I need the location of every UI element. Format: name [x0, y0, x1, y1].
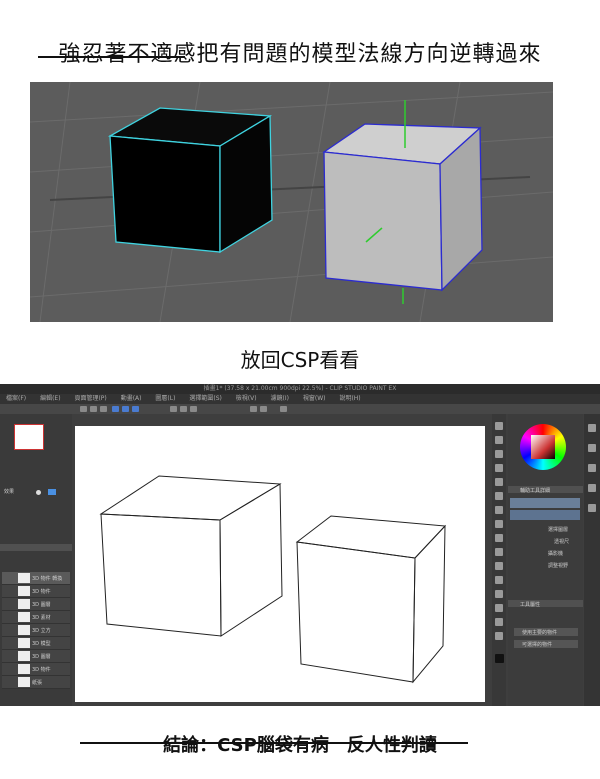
tool-icon[interactable]	[495, 618, 503, 626]
selected-sub-tool[interactable]	[510, 498, 580, 508]
tool-icon[interactable]	[495, 436, 503, 444]
tool-icon[interactable]	[495, 422, 503, 430]
color-wheel[interactable]	[520, 424, 566, 470]
menu-item[interactable]: 圖層(L)	[155, 395, 175, 402]
layer-row[interactable]: 3D 模型	[2, 637, 70, 650]
left-panel: 效果 3D 物件 轉換 3D 物件 3D 圖層 3D 素材 3D 立方 3D 模…	[0, 414, 72, 706]
black-cube	[107, 107, 273, 254]
toolbar-icon[interactable]	[190, 406, 197, 412]
tool-icon[interactable]	[495, 506, 503, 514]
color-square[interactable]	[531, 435, 555, 459]
toolbar-icon[interactable]	[280, 406, 287, 412]
toolbar-icon[interactable]	[122, 406, 129, 412]
tool-icon[interactable]	[495, 590, 503, 598]
tool-icon[interactable]	[495, 548, 503, 556]
color-dot-icon[interactable]	[36, 490, 41, 495]
layer-row[interactable]: 3D 立方	[2, 624, 70, 637]
sub-tool-header: 輔助工具詳細	[508, 486, 583, 494]
toolbar-icon[interactable]	[132, 406, 139, 412]
menu-item[interactable]: 檔案(F)	[6, 395, 26, 402]
menu-item[interactable]: 選擇範圍(S)	[189, 395, 222, 402]
right-cube-lineart	[295, 515, 447, 684]
sub-tool-item[interactable]: 透視尺	[554, 538, 569, 545]
toolbar-icon[interactable]	[170, 406, 177, 412]
toolbar-icon[interactable]	[250, 406, 257, 412]
layer-row[interactable]: 3D 物件	[2, 663, 70, 676]
dropdown-selectable-object[interactable]: 可選擇的物件	[514, 640, 578, 648]
tool-icon[interactable]	[495, 478, 503, 486]
strikethrough-bottom	[80, 742, 468, 744]
selected-sub-tool-2[interactable]	[510, 510, 580, 520]
tool-property-header: 工具屬性	[508, 600, 583, 608]
caption-top: 強忍著不適感把有問題的模型法線方向逆轉過來	[58, 42, 542, 67]
panel-icon[interactable]	[588, 464, 596, 472]
tool-strip	[492, 414, 506, 706]
panel-icon[interactable]	[588, 444, 596, 452]
toolbar-icon[interactable]	[100, 406, 107, 412]
3d-viewport	[30, 82, 553, 322]
viewport-scene	[30, 82, 553, 322]
right-panel: 輔助工具詳細 選擇圖層 透視尺 攝影機 調整視野 工具屬性 使用主要的物件 可選…	[508, 414, 583, 706]
sub-tool-item[interactable]: 調整視野	[548, 562, 568, 569]
dropdown-primary-object[interactable]: 使用主要的物件	[514, 628, 578, 636]
menu-item[interactable]: 濾鏡(I)	[271, 395, 289, 402]
canvas-drawing	[99, 475, 447, 684]
sub-tool-item[interactable]: 攝影機	[548, 550, 563, 557]
toolbar-icon[interactable]	[112, 406, 119, 412]
effect-label: 效果	[4, 489, 15, 495]
toolbar-icon[interactable]	[80, 406, 87, 412]
menu-item[interactable]: 頁面管理(P)	[74, 395, 106, 402]
main-color-swatch[interactable]	[495, 654, 504, 663]
left-cube-lineart	[99, 475, 283, 637]
tool-icon[interactable]	[495, 604, 503, 612]
toolbar-icon[interactable]	[90, 406, 97, 412]
strikethrough-top	[38, 56, 185, 58]
csp-title-bar: 插畫1* (37.58 x 21.00cm 900dpi 22.5%) - CL…	[0, 384, 600, 394]
panel-icon[interactable]	[588, 484, 596, 492]
tool-icon[interactable]	[495, 492, 503, 500]
menu-item[interactable]: 說明(H)	[339, 395, 360, 402]
layer-row[interactable]: 3D 圖層	[2, 598, 70, 611]
navigator-thumbnail[interactable]	[14, 424, 44, 450]
panel-icon[interactable]	[588, 504, 596, 512]
sub-tool-item[interactable]: 選擇圖層	[548, 526, 568, 533]
menu-item[interactable]: 編輯(E)	[40, 395, 60, 402]
far-right-icon-strip	[584, 414, 600, 706]
layer-panel-header	[0, 544, 72, 551]
drawing-canvas[interactable]	[75, 426, 485, 702]
tool-icon[interactable]	[495, 562, 503, 570]
caption-middle: 放回CSP看看	[240, 348, 360, 372]
white-cube	[322, 123, 483, 292]
toolbar-icon[interactable]	[180, 406, 187, 412]
caption-bottom: 結論：CSP腦袋有病 反人性判讀	[163, 735, 437, 756]
layer-row[interactable]: 3D 素材	[2, 611, 70, 624]
tool-icon[interactable]	[495, 464, 503, 472]
csp-menu-bar: 檔案(F) 編輯(E) 頁面管理(P) 動畫(A) 圖層(L) 選擇範圍(S) …	[0, 394, 600, 404]
panel-icon[interactable]	[588, 424, 596, 432]
menu-item[interactable]: 視窗(W)	[303, 395, 326, 402]
csp-window: 插畫1* (37.58 x 21.00cm 900dpi 22.5%) - CL…	[0, 384, 600, 706]
tool-icon[interactable]	[495, 534, 503, 542]
layer-row[interactable]: 3D 物件 轉換	[2, 572, 70, 585]
tool-icon[interactable]	[495, 520, 503, 528]
layer-row[interactable]: 3D 物件	[2, 585, 70, 598]
tool-icon[interactable]	[495, 450, 503, 458]
toolbar-icon[interactable]	[260, 406, 267, 412]
layer-row[interactable]: 3D 圖層	[2, 650, 70, 663]
tool-icon[interactable]	[495, 632, 503, 640]
layer-row[interactable]: 紙張	[2, 676, 70, 689]
menu-item[interactable]: 動畫(A)	[121, 395, 142, 402]
color-swatch[interactable]	[48, 489, 56, 495]
tool-icon[interactable]	[495, 576, 503, 584]
menu-item[interactable]: 檢視(V)	[236, 395, 257, 402]
